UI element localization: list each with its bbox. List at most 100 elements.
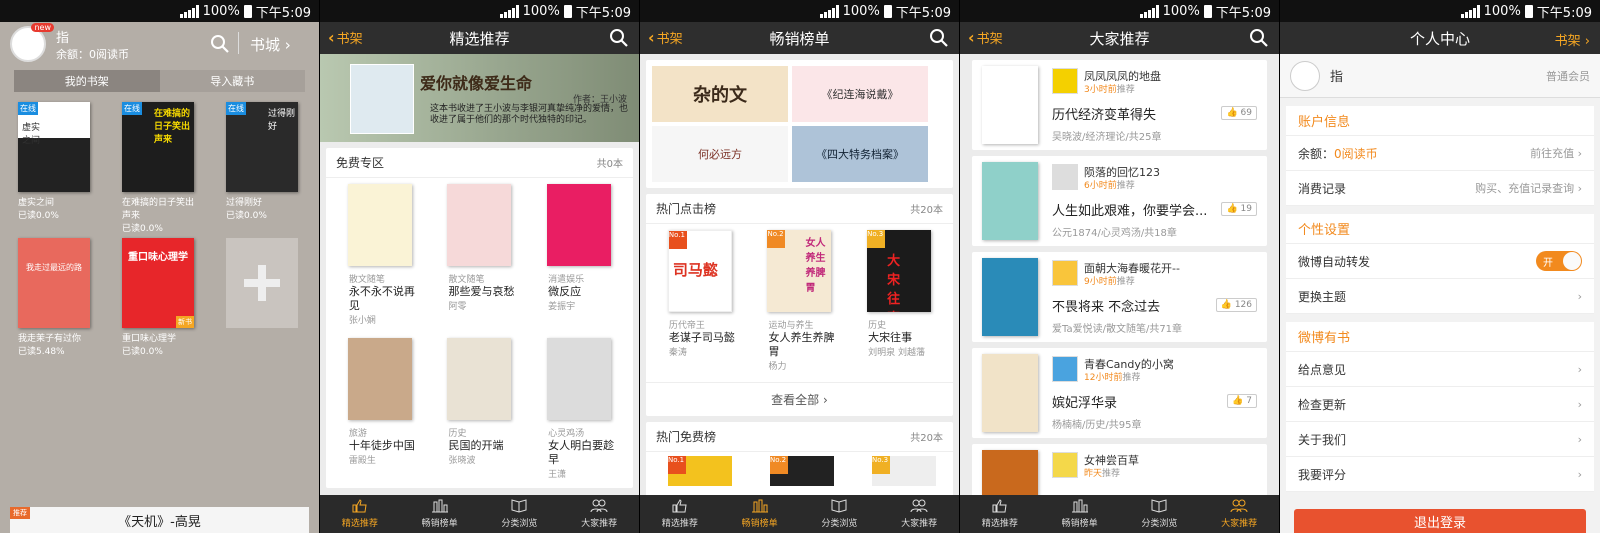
thumbs-up-icon	[992, 499, 1007, 513]
view-all-button[interactable]: 查看全部 ›	[646, 382, 953, 416]
banner-tile[interactable]: 《四大特务档案》	[792, 126, 928, 182]
like-button[interactable]: 👍 126	[1215, 298, 1257, 312]
banner[interactable]: 爱你就像爱生命 作者：王小波 这本书收进了王小波与李银河真挚纯净的爱情，也收进了…	[320, 54, 639, 142]
back-button[interactable]: ‹ 书架	[968, 28, 1003, 47]
tab-label: 精选推荐	[661, 519, 698, 529]
tab-category[interactable]: 分类浏览	[800, 495, 880, 533]
back-chevron-icon: ‹	[968, 28, 975, 47]
shelf-book[interactable]: 在线 过得刚好 过得刚好 已读0.0%	[226, 102, 298, 221]
update-row[interactable]: 检查更新 ›	[1286, 387, 1594, 422]
title-bar: ‹ 书架 畅销榜单	[640, 22, 959, 54]
book-category: 历代帝王	[668, 321, 705, 331]
banner-tile[interactable]: 《纪连海说戴》	[792, 66, 928, 122]
like-button[interactable]: 👍 69	[1221, 106, 1257, 120]
balance-row[interactable]: 余额：0阅读币 前往充值 ›	[1286, 136, 1594, 171]
chevron-right-icon: ›	[1577, 467, 1582, 481]
setting-label: 我要评分	[1298, 467, 1347, 482]
like-button[interactable]: 👍 19	[1221, 202, 1257, 216]
search-icon[interactable]	[1249, 28, 1269, 48]
community-screen: 100% 下午5:09 ‹ 书架 大家推荐 凤凤凤凤的地盘 3小时前推荐 历代经济变革得…	[960, 0, 1279, 533]
book-cover[interactable]: No.1	[668, 456, 732, 486]
book-cover[interactable]: No.3	[872, 456, 936, 486]
book-card[interactable]: No.3大宋往事历史大宋往事刘明泉 刘越藩	[858, 230, 940, 372]
users-icon	[590, 499, 608, 513]
section-title: 免费专区	[336, 156, 385, 170]
tab-community[interactable]: 大家推荐	[1199, 495, 1279, 533]
tab-bestseller[interactable]: 畅销榜单	[400, 495, 480, 533]
rate-row[interactable]: 我要评分 ›	[1286, 457, 1594, 492]
banner-tile[interactable]: 何必远方	[652, 126, 788, 182]
chevron-right-icon: ›	[1577, 362, 1582, 376]
section-title: 个性设置	[1286, 214, 1594, 244]
book-card[interactable]: 消遣娱乐 微反应 姜振宇	[538, 184, 620, 326]
recommend-book: 《天机》-高晃	[118, 514, 201, 530]
shelf-book[interactable]: 在线 在难搞的日子笑出声来 在难搞的日子笑出声来 已读0.0%	[122, 102, 194, 234]
free-section: 免费专区 共0本 散文随笔 永不永不说再见 张小娴 散文随笔 那些爱与哀愁 阿零 消遣娱乐…	[326, 148, 633, 488]
recommend-bar[interactable]: 推荐 《天机》-高晃	[10, 507, 309, 533]
book-card[interactable]: 散文随笔 那些爱与哀愁 阿零	[438, 184, 520, 326]
book-card[interactable]: 旅游 十年徒步中国 雷殿生	[339, 338, 421, 480]
tab-community[interactable]: 大家推荐	[559, 495, 639, 533]
tab-label: 分类浏览	[821, 519, 858, 529]
like-button[interactable]: 👍 7	[1227, 394, 1257, 408]
bar-chart-icon	[751, 499, 768, 513]
banner-desc: 这本书收进了王小波与李银河真挚纯净的爱情，也收进了属于他们的那个时代独特的印记。	[430, 104, 629, 125]
tab-featured[interactable]: 精选推荐	[640, 495, 720, 533]
tab-category[interactable]: 分类浏览	[1120, 495, 1200, 533]
search-icon[interactable]	[609, 28, 629, 48]
record-row[interactable]: 消费记录 购买、充值记录查询 ›	[1286, 171, 1594, 206]
avatar[interactable]: new	[10, 23, 54, 62]
page-title: 精选推荐	[449, 29, 510, 48]
recommend-item[interactable]: 青春Candy的小窝 12小时前推荐 嫔妃浮华录 杨楠楠/历史/共95章 👍 7	[972, 348, 1267, 438]
tab-my-shelf[interactable]: 我的书架	[14, 70, 160, 92]
tab-category[interactable]: 分类浏览	[480, 495, 560, 533]
book-card[interactable]: No.1 司马懿 历代帝王 老谋子司马懿 秦涛	[659, 230, 741, 372]
avatar[interactable]	[1290, 60, 1320, 91]
shelf-book[interactable]: 我走过最远的路 我走茉子有过你 已读5.48%	[18, 238, 90, 357]
recommend-item[interactable]: 面朝大海春暖花开-- 9小时前推荐 不畏将来 不念过去 爱Ta爱悦读/散文随笔/共71…	[972, 252, 1267, 342]
thumbs-up-icon	[352, 499, 367, 513]
signal-icon	[1460, 4, 1480, 18]
recommend-item[interactable]: 凤凤凤凤的地盘 3小时前推荐 历代经济变革得失 吴晓波/经济理论/共25章 👍 69	[972, 60, 1267, 150]
shelf-button[interactable]: 书架 ›	[1555, 30, 1590, 49]
back-button[interactable]: ‹ 书架	[328, 28, 363, 47]
book-card[interactable]: No.2 女人养生养脾胃 运动与养生 女人养生养脾胃 杨力	[758, 230, 840, 372]
bestseller-screen: 100% 下午5:09 ‹ 书架 畅销榜单 杂的文 《纪连海说戴》 何必远方 《四大…	[640, 0, 959, 533]
weibo-forward-toggle[interactable]: 开	[1536, 251, 1582, 271]
back-button[interactable]: ‹ 书架	[648, 28, 683, 47]
about-row[interactable]: 关于我们 ›	[1286, 422, 1594, 457]
book-card[interactable]: 心灵鸡汤 女人明白要趁早 王潇	[538, 338, 620, 480]
logout-button[interactable]: 退出登录	[1294, 509, 1586, 533]
book-cover: No.2 女人养生养脾胃	[767, 230, 832, 312]
tab-label: 大家推荐	[901, 519, 938, 529]
battery-icon	[243, 4, 252, 18]
store-button[interactable]: 书城 ›	[250, 34, 291, 55]
tab-import[interactable]: 导入藏书	[159, 70, 305, 92]
page-title: 大家推荐	[1089, 29, 1150, 48]
like-count: 19	[1240, 204, 1252, 214]
recommend-time: 昨天推荐	[1084, 466, 1120, 479]
banner-tile[interactable]: 杂的文	[652, 66, 788, 122]
book-meta: 杨楠楠/历史/共95章	[1052, 420, 1142, 431]
tab-featured[interactable]: 精选推荐	[320, 495, 400, 533]
theme-row[interactable]: 更换主题 ›	[1286, 279, 1594, 314]
book-cover[interactable]: No.2	[770, 456, 834, 486]
search-icon[interactable]	[210, 34, 230, 54]
book-card[interactable]: 散文随笔 永不永不说再见 张小娴	[339, 184, 421, 326]
recommend-item[interactable]: 陨落的回忆123 6小时前推荐 人生如此艰难，你要学会... 公元1874/心灵鸡汤/…	[972, 156, 1267, 246]
setting-label: 检查更新	[1298, 397, 1347, 412]
tab-bestseller[interactable]: 畅销榜单	[1040, 495, 1120, 533]
tab-bestseller[interactable]: 畅销榜单	[720, 495, 800, 533]
add-book-button[interactable]	[226, 238, 298, 328]
battery-icon	[883, 4, 892, 18]
rank-badge: No.2	[770, 456, 788, 474]
tab-label: 大家推荐	[581, 519, 618, 529]
tab-featured[interactable]: 精选推荐	[960, 495, 1040, 533]
book-card[interactable]: 历史 民国的开端 张晓波	[438, 338, 520, 480]
shelf-book[interactable]: 重口味心理学 新书 重口味心理学 已读0.0%	[122, 238, 194, 357]
search-icon[interactable]	[929, 28, 949, 48]
shelf-book[interactable]: 在线 虚实之间 虚实之间 已读0.0%	[18, 102, 90, 221]
tab-community[interactable]: 大家推荐	[879, 495, 959, 533]
feedback-row[interactable]: 给点意见 ›	[1286, 352, 1594, 387]
read-progress: 已读0.0%	[226, 211, 267, 221]
